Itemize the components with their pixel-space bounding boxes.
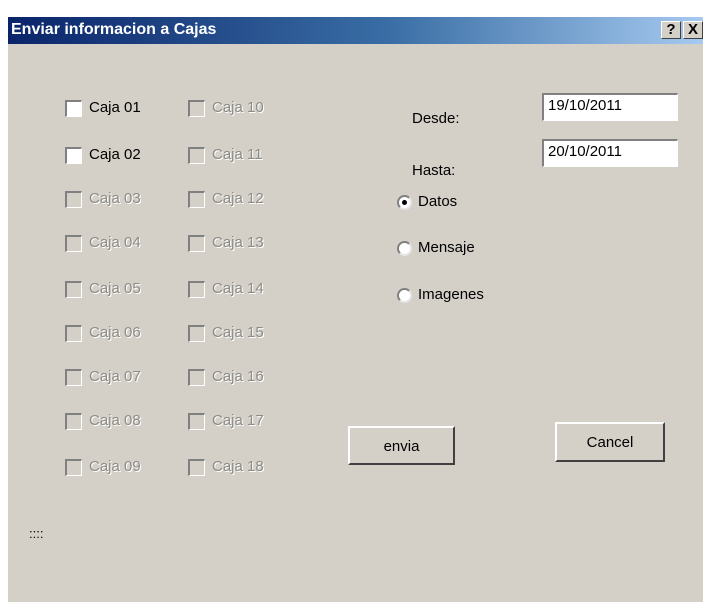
radio-label: Mensaje [418,239,475,256]
checkbox-box [65,191,82,208]
hasta-label: Hasta: [412,162,456,179]
checkbox-label: Caja 01 [89,99,141,116]
cancel-button[interactable]: Cancel [555,422,665,462]
title-bar[interactable]: Enviar informacion a Cajas ? X [8,17,703,44]
checkbox-box [65,369,82,386]
checkbox-box [188,191,205,208]
checkbox-box [65,459,82,476]
radio-circle[interactable] [397,241,412,256]
status-text: :::: [29,526,44,541]
checkbox-label: Caja 18 [212,458,264,475]
checkbox-box [188,459,205,476]
checkbox-label: Caja 05 [89,280,141,297]
checkbox-label: Caja 10 [212,99,264,116]
checkbox-label: Caja 03 [89,190,141,207]
radio-label: Datos [418,193,458,210]
checkbox-box [188,413,205,430]
checkbox-label: Caja 16 [212,368,264,385]
checkbox-box [188,235,205,252]
checkbox-label: Caja 12 [212,190,264,207]
window-title: Enviar informacion a Cajas [11,21,217,38]
checkbox-box [188,100,205,117]
checkbox-label: Caja 02 [89,146,141,163]
send-button-label: envia [383,438,420,455]
checkbox-box [188,281,205,298]
checkbox-label: Caja 15 [212,324,264,341]
hasta-date-input[interactable]: 20/10/2011 [542,139,678,167]
desde-label: Desde: [412,110,460,127]
checkbox-label: Caja 14 [212,280,264,297]
checkbox-label: Caja 09 [89,458,141,475]
checkbox-label: Caja 07 [89,368,141,385]
checkbox-label: Caja 11 [212,146,263,163]
checkbox-label: Caja 17 [212,412,264,429]
checkbox-box [65,325,82,342]
radio-circle[interactable] [397,195,412,210]
close-button[interactable]: X [683,21,703,39]
checkbox-box[interactable] [65,147,82,164]
desde-date-input[interactable]: 19/10/2011 [542,93,678,121]
checkbox-label: Caja 13 [212,234,264,251]
radio-selected-dot [402,200,407,205]
checkbox-box [188,325,205,342]
checkbox-box[interactable] [65,100,82,117]
help-button[interactable]: ? [661,21,681,39]
cancel-button-label: Cancel [586,434,634,451]
dialog-window: Enviar informacion a Cajas ? X Caja 01 C… [7,16,703,602]
checkbox-label: Caja 04 [89,234,141,251]
checkbox-box [188,369,205,386]
radio-circle[interactable] [397,288,412,303]
send-button[interactable]: envia [348,426,455,465]
checkbox-box [65,235,82,252]
checkbox-label: Caja 06 [89,324,141,341]
checkbox-box [65,413,82,430]
radio-label: Imagenes [418,286,484,303]
checkbox-box [65,281,82,298]
checkbox-box [188,147,205,164]
checkbox-label: Caja 08 [89,412,141,429]
